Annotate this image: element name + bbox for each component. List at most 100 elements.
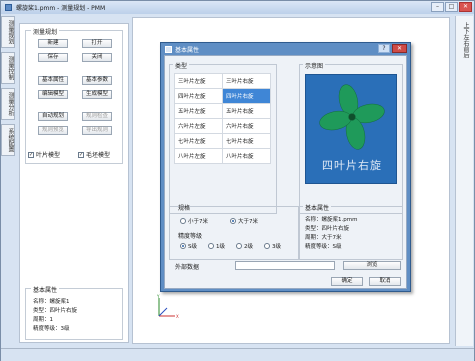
grade-radio-1[interactable]: 1级 [208, 242, 225, 250]
type-table: 三叶片左旋 三叶片右旋 四叶片左旋 四叶片右旋 五叶片左旋 五叶片右旋 六叶片左… [174, 73, 271, 164]
app-icon [5, 4, 12, 11]
auto-plan-button[interactable]: 自动规划 [38, 112, 68, 121]
period-label: 规格 [178, 205, 191, 212]
radio-icon [180, 218, 186, 224]
svg-text:Y: Y [156, 294, 160, 299]
type-cell[interactable]: 五叶片左旋 [174, 103, 223, 119]
type-label: 类型 [173, 61, 190, 70]
period-option-label: 大于7米 [238, 219, 258, 225]
type-cell[interactable]: 六叶片左旋 [174, 118, 223, 134]
save-button[interactable]: 保存 [38, 53, 68, 62]
grade-radio-3[interactable]: 3级 [264, 242, 281, 250]
info-title: 基本属性 [31, 285, 60, 294]
edit-model-button[interactable]: 编辑模型 [38, 90, 68, 99]
basic-name: 名称：螺旋桨1.pmm [305, 217, 358, 223]
basic-attr-group: 基本属性 名称：螺旋桨1.pmm 类型：四叶片右旋 周期：大于7米 精度等级：S… [299, 203, 403, 260]
measure-plan-group: 测量规划 新建 打开 保存 关闭 基本属性 基本参数 编辑模型 生成模型 自动规… [25, 27, 123, 164]
external-data-label: 外部数据 [175, 264, 200, 271]
close-file-button[interactable]: 关闭 [82, 53, 112, 62]
minimize-button[interactable]: – [431, 2, 444, 12]
basic-type: 类型：四叶片右旋 [305, 226, 350, 232]
type-group: 类型 三叶片左旋 三叶片右旋 四叶片左旋 四叶片右旋 五叶片左旋 五叶片右旋 六… [169, 61, 277, 214]
hub-model-label: 毛坯模型 [86, 152, 111, 159]
info-name: 名称：螺旋桨1 [33, 299, 70, 305]
type-cell[interactable]: 六叶片右旋 [222, 118, 271, 134]
rule-check-button[interactable]: 规则检查 [82, 112, 112, 121]
svg-text:X: X [176, 314, 179, 319]
dialog-body: 类型 三叶片左旋 三叶片右旋 四叶片左旋 四叶片右旋 五叶片左旋 五叶片右旋 六… [164, 55, 407, 289]
info-type: 类型：四叶片右旋 [33, 308, 78, 314]
grade-option-label: S级 [188, 244, 197, 250]
grade-label: 精度等级 [178, 233, 203, 240]
basic-attr-dialog: 基本属性 ? ✕ 类型 三叶片左旋 三叶片右旋 四叶片左旋 四叶片右旋 五叶片左… [160, 42, 411, 292]
type-cell[interactable]: 四叶片左旋 [174, 88, 223, 104]
external-data-input[interactable] [235, 261, 335, 270]
type-cell[interactable]: 八叶片右旋 [222, 148, 271, 164]
cancel-button[interactable]: 取消 [369, 277, 401, 286]
period-radio-less[interactable]: 小于7米 [180, 217, 208, 225]
grade-radio-2[interactable]: 2级 [236, 242, 253, 250]
help-button[interactable]: ? [378, 44, 390, 53]
type-cell[interactable]: 七叶片左旋 [174, 133, 223, 149]
tab-measure-control[interactable]: 测量控制 [1, 52, 15, 84]
radio-icon [180, 243, 186, 249]
browse-button[interactable]: 浏览 [343, 261, 401, 270]
group-title: 测量规划 [31, 27, 60, 36]
period-option-label: 小于7米 [188, 219, 208, 225]
type-cell[interactable]: 八叶片左旋 [174, 148, 223, 164]
export-plan-button[interactable]: 导出规则 [82, 126, 112, 135]
tab-system-config[interactable]: 系统配置 [1, 124, 15, 156]
tab-measure-analysis[interactable]: 测量分析 [1, 88, 15, 120]
preview-caption: 四叶片右旋 [322, 159, 382, 172]
right-view-bar: 上下左右前后 [455, 16, 473, 346]
check-icon: ✓ [28, 151, 34, 158]
hub-model-checkbox[interactable]: ✓ 毛坯模型 [78, 150, 110, 159]
info-period: 周期：1 [33, 317, 53, 323]
radio-icon [230, 218, 236, 224]
gen-model-button[interactable]: 生成模型 [82, 90, 112, 99]
preview-image: 四叶片右旋 [305, 74, 397, 184]
dialog-title: 基本属性 [175, 46, 200, 54]
check-icon: ✓ [78, 151, 84, 158]
grade-option-label: 3级 [272, 244, 281, 250]
grade-radio-s[interactable]: S级 [180, 242, 197, 250]
new-button[interactable]: 新建 [38, 39, 68, 48]
basic-grade: 精度等级：S级 [305, 244, 342, 250]
left-panel: 测量规划 新建 打开 保存 关闭 基本属性 基本参数 编辑模型 生成模型 自动规… [19, 23, 129, 343]
title-bar: 螺旋桨1.pmm - 测量规划 - PMM – □ ✕ [1, 1, 474, 14]
left-tab-strip: 测量规划 测量控制 测量分析 系统配置 [1, 16, 16, 160]
spec-group: 规格 小于7米 大于7米 精度等级 S级 1级 2级 3级 [169, 205, 299, 260]
close-button[interactable]: ✕ [459, 2, 472, 12]
blade-model-checkbox[interactable]: ✓ 叶片模型 [28, 150, 60, 159]
dialog-icon [165, 45, 172, 53]
radio-icon [264, 243, 270, 249]
type-cell[interactable]: 三叶片左旋 [174, 73, 223, 89]
preview-group: 示意图 四叶片右旋 [299, 61, 403, 214]
ok-button[interactable]: 确定 [331, 277, 363, 286]
status-bar [1, 348, 474, 361]
basic-period: 周期：大于7米 [305, 235, 342, 241]
basic-param-button[interactable]: 基本参数 [82, 76, 112, 85]
period-radio-greater[interactable]: 大于7米 [230, 217, 258, 225]
main-window: 螺旋桨1.pmm - 测量规划 - PMM – □ ✕ 测量规划 测量控制 测量… [0, 0, 475, 361]
window-title: 螺旋桨1.pmm - 测量规划 - PMM [16, 5, 106, 12]
blade-model-label: 叶片模型 [36, 152, 61, 159]
radio-icon [208, 243, 214, 249]
basic-attr-button[interactable]: 基本属性 [38, 76, 68, 85]
type-cell[interactable]: 五叶片右旋 [222, 103, 271, 119]
dialog-close-button[interactable]: ✕ [392, 44, 407, 53]
maximize-button[interactable]: □ [445, 2, 458, 12]
type-cell[interactable]: 七叶片右旋 [222, 133, 271, 149]
tab-measure-plan[interactable]: 测量规划 [1, 16, 15, 48]
basic-attr-label: 基本属性 [303, 203, 332, 212]
plan-preview-button[interactable]: 规则预览 [38, 126, 68, 135]
axis-triad-icon: Y X [156, 294, 179, 319]
grade-option-label: 1级 [216, 244, 225, 250]
view-labels[interactable]: 上下左右前后 [460, 22, 469, 58]
grade-option-label: 2级 [244, 244, 253, 250]
info-grade: 精度等级：3级 [33, 326, 70, 332]
preview-label: 示意图 [303, 61, 326, 70]
type-cell[interactable]: 三叶片右旋 [222, 73, 271, 89]
type-cell-selected[interactable]: 四叶片右旋 [222, 88, 271, 104]
open-button[interactable]: 打开 [82, 39, 112, 48]
